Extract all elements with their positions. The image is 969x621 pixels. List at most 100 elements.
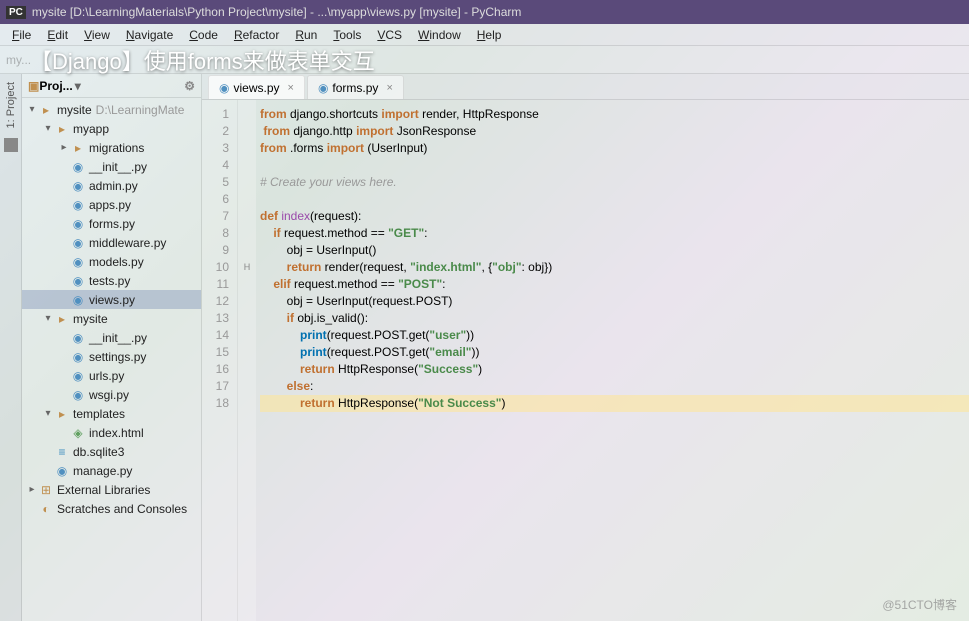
tree-label: views.py xyxy=(89,293,135,307)
video-overlay-title: 【Django】使用forms来做表单交互 xyxy=(30,44,375,76)
gear-icon[interactable]: ⚙ xyxy=(184,79,195,93)
py-icon: ◉ xyxy=(70,179,86,193)
sidebar-title: Proj... xyxy=(39,79,72,93)
chevron-icon[interactable]: ▾ xyxy=(42,123,54,134)
py-icon: ◉ xyxy=(70,350,86,364)
code-editor[interactable]: 123456789101112131415161718 H from djang… xyxy=(202,100,969,621)
menu-window[interactable]: Window xyxy=(410,26,469,44)
menu-help[interactable]: Help xyxy=(469,26,510,44)
tree-label: myapp xyxy=(73,122,109,136)
menu-code[interactable]: Code xyxy=(181,26,226,44)
tree-label: mysite xyxy=(73,312,108,326)
tab-forms-py[interactable]: ◉forms.py× xyxy=(307,75,404,99)
folder-icon: ▸ xyxy=(70,141,86,155)
tree-item-migrations[interactable]: ▸▸migrations xyxy=(22,138,201,157)
menu-bar: FileEditViewNavigateCodeRefactorRunTools… xyxy=(0,24,969,46)
tree-label: models.py xyxy=(89,255,144,269)
tree-item-mysite[interactable]: ▾▸mysite D:\LearningMate xyxy=(22,100,201,119)
scratch-icon: ◐ xyxy=(38,502,54,516)
tree-item-settings-py[interactable]: ◉settings.py xyxy=(22,347,201,366)
project-sidebar: ▣ Proj... ▾ ⚙ ▾▸mysiteD:\LearningMate▾▸m… xyxy=(22,74,202,621)
tree-label: templates xyxy=(73,407,125,421)
watermark: @51CTO博客 xyxy=(882,596,957,613)
tree-item-templates[interactable]: ▾▸templates xyxy=(22,404,201,423)
folder-icon: ▸ xyxy=(54,312,70,326)
tree-label: forms.py xyxy=(89,217,135,231)
tree-item-__init__-py[interactable]: ◉__init__.py xyxy=(22,157,201,176)
py-icon: ◉ xyxy=(219,81,229,95)
tree-item-external-libraries[interactable]: ▸⊞External Libraries xyxy=(22,480,201,499)
chevron-icon[interactable]: ▸ xyxy=(58,142,70,153)
py-icon: ◉ xyxy=(70,236,86,250)
tab-label: views.py xyxy=(233,81,279,95)
chevron-icon[interactable]: ▾ xyxy=(26,104,38,115)
py-icon: ◉ xyxy=(70,217,86,231)
py-icon: ◉ xyxy=(70,369,86,383)
tree-item-__init__-py[interactable]: ◉__init__.py xyxy=(22,328,201,347)
py-icon: ◉ xyxy=(70,160,86,174)
tree-item-index-html[interactable]: ◈index.html xyxy=(22,423,201,442)
tree-label: wsgi.py xyxy=(89,388,129,402)
window-title: mysite [D:\LearningMaterials\Python Proj… xyxy=(32,5,521,19)
tree-item-myapp[interactable]: ▾▸myapp xyxy=(22,119,201,138)
tree-item-wsgi-py[interactable]: ◉wsgi.py xyxy=(22,385,201,404)
menu-vcs[interactable]: VCS xyxy=(369,26,410,44)
sidebar-header[interactable]: ▣ Proj... ▾ ⚙ xyxy=(22,74,201,98)
project-tool-button[interactable]: 1: Project xyxy=(5,78,17,132)
tree-item-manage-py[interactable]: ◉manage.py xyxy=(22,461,201,480)
py-icon: ◉ xyxy=(70,198,86,212)
line-gutter: 123456789101112131415161718 xyxy=(202,100,238,621)
structure-tool-icon[interactable] xyxy=(4,138,18,152)
tree-label: migrations xyxy=(89,141,144,155)
tree-item-models-py[interactable]: ◉models.py xyxy=(22,252,201,271)
close-icon[interactable]: × xyxy=(386,82,392,94)
tree-item-db-sqlite3[interactable]: ≡db.sqlite3 xyxy=(22,442,201,461)
left-tool-strip: 1: Project xyxy=(0,74,22,621)
menu-run[interactable]: Run xyxy=(287,26,325,44)
tab-label: forms.py xyxy=(332,81,378,95)
project-tree[interactable]: ▾▸mysiteD:\LearningMate▾▸myapp▸▸migratio… xyxy=(22,98,201,621)
chevron-icon[interactable]: ▾ xyxy=(42,408,54,419)
editor-tabs: ◉ views.py ×◉ forms.py × xyxy=(202,74,969,100)
tree-item-views-py[interactable]: ◉views.py xyxy=(22,290,201,309)
close-icon[interactable]: × xyxy=(288,82,294,94)
tree-label: External Libraries xyxy=(57,483,150,497)
tree-item-apps-py[interactable]: ◉apps.py xyxy=(22,195,201,214)
code-text-area[interactable]: from django.shortcuts import render, Htt… xyxy=(256,100,969,621)
tree-label: settings.py xyxy=(89,350,146,364)
py-icon: ◉ xyxy=(70,274,86,288)
py-icon: ◉ xyxy=(70,388,86,402)
tree-item-tests-py[interactable]: ◉tests.py xyxy=(22,271,201,290)
menu-tools[interactable]: Tools xyxy=(325,26,369,44)
folder-icon: ▸ xyxy=(38,103,54,117)
py-icon: ◉ xyxy=(70,293,86,307)
tab-views-py[interactable]: ◉ views.py × xyxy=(208,75,305,99)
folder-icon: ▸ xyxy=(54,122,70,136)
tree-label: __init__.py xyxy=(89,160,147,174)
chevron-icon[interactable]: ▸ xyxy=(26,484,38,495)
db-icon: ≡ xyxy=(54,445,70,459)
app-icon: PC xyxy=(6,6,26,19)
tree-item-admin-py[interactable]: ◉admin.py xyxy=(22,176,201,195)
py-icon: ◉ xyxy=(70,331,86,345)
menu-edit[interactable]: Edit xyxy=(39,26,76,44)
menu-navigate[interactable]: Navigate xyxy=(118,26,181,44)
tree-item-scratches-and-consoles[interactable]: ◐Scratches and Consoles xyxy=(22,499,201,518)
html-icon: ◈ xyxy=(70,426,86,440)
tree-label: index.html xyxy=(89,426,144,440)
menu-file[interactable]: File xyxy=(4,26,39,44)
menu-view[interactable]: View xyxy=(76,26,118,44)
window-titlebar: PC mysite [D:\LearningMaterials\Python P… xyxy=(0,0,969,24)
breadcrumb-item[interactable]: my... xyxy=(6,53,31,67)
chevron-down-icon[interactable]: ▾ xyxy=(75,79,81,93)
tree-label: mysite xyxy=(57,103,92,117)
chevron-icon[interactable]: ▾ xyxy=(42,313,54,324)
menu-refactor[interactable]: Refactor xyxy=(226,26,287,44)
tree-item-mysite[interactable]: ▾▸mysite xyxy=(22,309,201,328)
tree-label: db.sqlite3 xyxy=(73,445,124,459)
py-icon: ◉ xyxy=(70,255,86,269)
tree-suffix: D:\LearningMate xyxy=(96,103,185,117)
tree-item-middleware-py[interactable]: ◉middleware.py xyxy=(22,233,201,252)
tree-item-forms-py[interactable]: ◉forms.py xyxy=(22,214,201,233)
tree-item-urls-py[interactable]: ◉urls.py xyxy=(22,366,201,385)
